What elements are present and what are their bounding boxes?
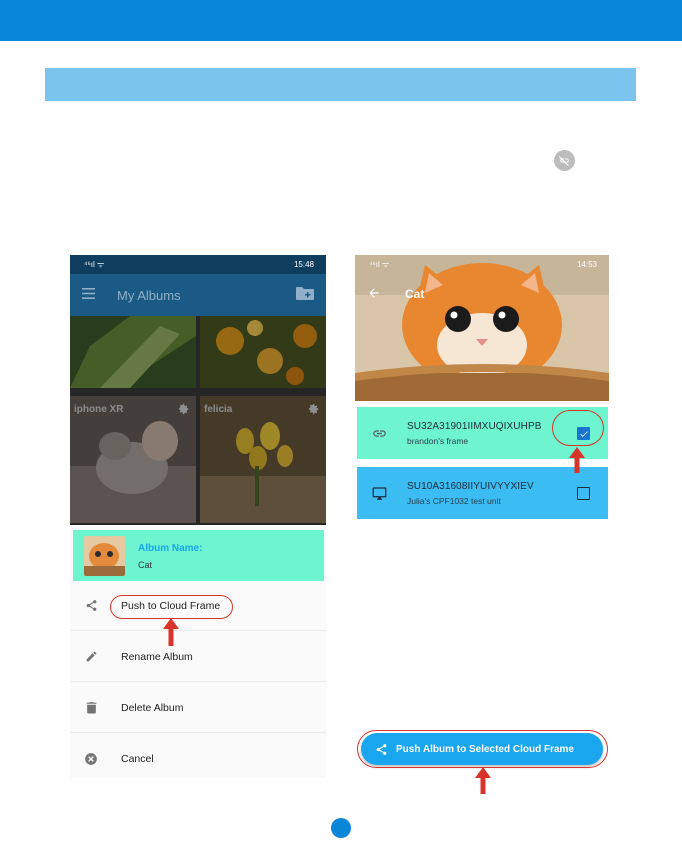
album-title: Cat xyxy=(405,287,425,301)
rename-album-item[interactable]: Rename Album xyxy=(70,632,326,682)
phone-cloud-frame-select: ⁴⁶ıl ᯤ 14:53 Cat SU32A31901IIMXUQIXUHPB … xyxy=(355,255,609,778)
up-arrow-annotation xyxy=(569,447,585,473)
status-bar: ⁴⁶ıl ᯤ 15:48 xyxy=(70,255,326,274)
app-bar: My Albums xyxy=(70,274,326,316)
delete-album-item[interactable]: Delete Album xyxy=(70,683,326,733)
cancel-item[interactable]: Cancel xyxy=(70,734,326,778)
signal-status: ⁴⁶ıl ᯤ xyxy=(369,260,390,269)
back-arrow-icon[interactable] xyxy=(367,286,381,305)
monitor-icon xyxy=(370,486,388,500)
section-title-bar xyxy=(45,68,636,101)
device-card[interactable]: SU10A31608IIYUIVYYXIEV Julia's CPF1032 t… xyxy=(357,467,608,519)
album-name-value: Cat xyxy=(138,560,153,570)
status-time: 14:53 xyxy=(576,260,597,269)
status-bar: ⁴⁶ıl ᯤ 14:53 xyxy=(355,255,609,274)
highlight-oval xyxy=(110,595,233,619)
highlight-oval xyxy=(357,730,608,768)
cancel-circle-icon xyxy=(81,749,101,769)
page-header-bar xyxy=(0,0,682,41)
up-arrow-annotation xyxy=(163,618,179,646)
album-thumbnail xyxy=(84,536,125,576)
pencil-icon xyxy=(81,647,101,667)
signal-status: ⁴⁶ıl ᯤ xyxy=(84,260,105,269)
link-icon xyxy=(370,426,388,441)
menu-item-label: Rename Album xyxy=(121,650,193,663)
share-icon xyxy=(81,596,101,616)
album-options-sheet: Album Name: Cat Push to Cloud Frame Rena… xyxy=(70,525,326,778)
highlight-oval xyxy=(552,410,604,446)
menu-icon[interactable] xyxy=(82,286,95,304)
album-info-card: Album Name: Cat xyxy=(73,530,324,581)
page-number-dot xyxy=(331,818,351,838)
app-bar-title: My Albums xyxy=(117,287,181,303)
phone-my-albums: iphone XR felicia ⁴⁶ıl ᯤ 15:48 My Albums xyxy=(70,255,326,778)
menu-item-label: Cancel xyxy=(121,753,154,765)
album-cover-photo xyxy=(355,255,609,401)
add-folder-icon[interactable] xyxy=(296,286,314,305)
menu-item-label: Delete Album xyxy=(121,701,184,714)
manual-page: iphone XR felicia ⁴⁶ıl ᯤ 15:48 My Albums xyxy=(0,0,682,852)
device-checkbox[interactable] xyxy=(577,487,590,500)
unlink-icon xyxy=(554,150,575,171)
trash-icon xyxy=(81,698,101,718)
status-time: 15:48 xyxy=(293,260,314,269)
album-name-label: Album Name: xyxy=(138,543,203,554)
up-arrow-annotation xyxy=(475,767,491,794)
